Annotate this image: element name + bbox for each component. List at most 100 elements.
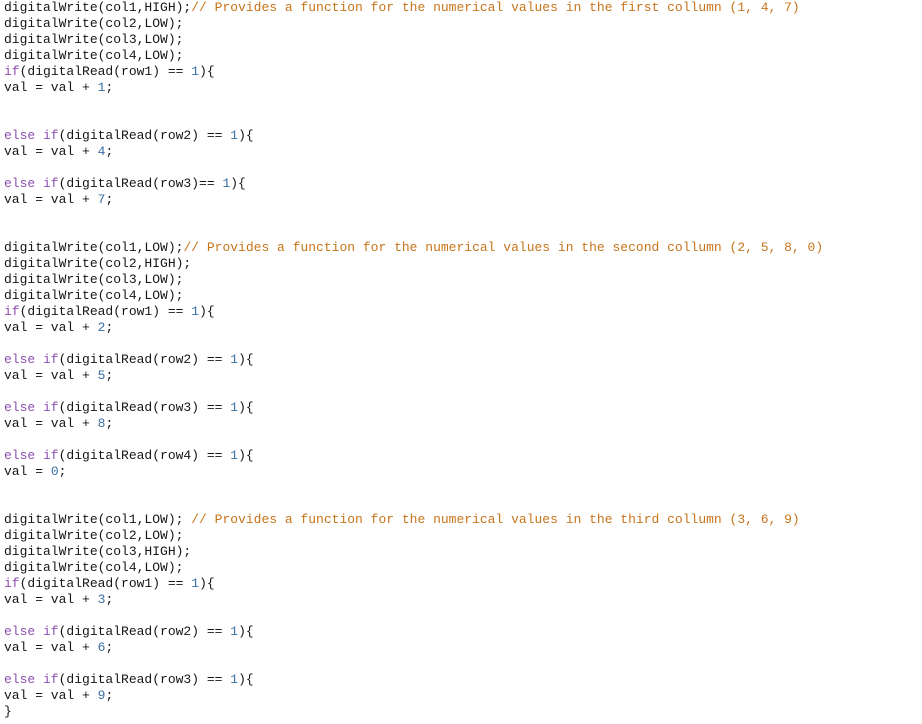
- code-token-plain: (digitalRead(row2) ==: [58, 128, 231, 143]
- code-token-number: 1: [230, 672, 239, 687]
- code-token-plain: (digitalRead(row2) ==: [58, 624, 231, 639]
- code-token-plain: ;: [105, 688, 114, 703]
- code-line: else if(digitalRead(row2) == 1){: [4, 128, 922, 144]
- code-token-comment: // Provides a function for the numerical…: [191, 512, 800, 527]
- code-token-plain: (digitalRead(row3) ==: [58, 672, 231, 687]
- code-token-number: 1: [191, 64, 200, 79]
- code-token-plain: val = val +: [4, 80, 98, 95]
- code-token-plain: val = val +: [4, 640, 98, 655]
- code-token-keyword: else if: [4, 176, 59, 191]
- code-token-keyword: else if: [4, 624, 59, 639]
- code-token-keyword: else if: [4, 352, 59, 367]
- code-line: val = 0;: [4, 464, 922, 480]
- code-token-plain: (digitalRead(row1) ==: [19, 304, 192, 319]
- code-token-plain: digitalWrite(col4,LOW);: [4, 48, 184, 63]
- code-token-number: 1: [230, 624, 239, 639]
- code-line: if(digitalRead(row1) == 1){: [4, 304, 922, 320]
- code-token-plain: ){: [238, 624, 254, 639]
- code-token-plain: digitalWrite(col2,LOW);: [4, 16, 184, 31]
- code-token-plain: ){: [199, 64, 215, 79]
- code-line: digitalWrite(col1,LOW);// Provides a fun…: [4, 240, 922, 256]
- code-line: val = val + 1;: [4, 80, 922, 96]
- code-token-plain: ;: [105, 592, 114, 607]
- code-token-plain: ){: [199, 304, 215, 319]
- code-token-keyword: else if: [4, 128, 59, 143]
- code-token-plain: (digitalRead(row4) ==: [58, 448, 231, 463]
- code-token-number: 0: [50, 464, 59, 479]
- code-token-keyword: else if: [4, 672, 59, 687]
- code-token-plain: (digitalRead(row2) ==: [58, 352, 231, 367]
- code-token-plain: (digitalRead(row1) ==: [19, 576, 192, 591]
- code-token-plain: ){: [238, 672, 254, 687]
- code-token-plain: digitalWrite(col4,LOW);: [4, 288, 184, 303]
- code-token-plain: ){: [230, 176, 246, 191]
- code-token-number: 1: [230, 352, 239, 367]
- code-token-plain: ;: [58, 464, 67, 479]
- code-token-plain: digitalWrite(col1,HIGH);: [4, 0, 192, 15]
- code-line: val = val + 7;: [4, 192, 922, 208]
- code-token-plain: digitalWrite(col3,LOW);: [4, 272, 184, 287]
- code-token-plain: (digitalRead(row3) ==: [58, 400, 231, 415]
- code-token-plain: val = val +: [4, 144, 98, 159]
- code-line: val = val + 6;: [4, 640, 922, 656]
- code-token-plain: digitalWrite(col1,LOW);: [4, 240, 184, 255]
- code-token-plain: ;: [105, 368, 114, 383]
- code-token-plain: ;: [105, 640, 114, 655]
- code-token-number: 1: [191, 304, 200, 319]
- code-line: digitalWrite(col2,LOW);: [4, 16, 922, 32]
- code-token-plain: ;: [105, 80, 114, 95]
- code-token-number: 1: [230, 128, 239, 143]
- code-line: else if(digitalRead(row2) == 1){: [4, 624, 922, 640]
- code-token-plain: val = val +: [4, 368, 98, 383]
- code-listing[interactable]: digitalWrite(col1,HIGH);// Provides a fu…: [0, 0, 922, 720]
- code-token-plain: }: [4, 704, 12, 719]
- code-token-plain: digitalWrite(col2,HIGH);: [4, 256, 192, 271]
- code-line: digitalWrite(col3,HIGH);: [4, 544, 922, 560]
- code-token-keyword: if: [4, 64, 20, 79]
- code-token-keyword: else if: [4, 400, 59, 415]
- code-token-plain: val = val +: [4, 192, 98, 207]
- code-token-number: 1: [230, 448, 239, 463]
- code-token-plain: val = val +: [4, 688, 98, 703]
- code-line: else if(digitalRead(row4) == 1){: [4, 448, 922, 464]
- code-token-plain: (digitalRead(row1) ==: [19, 64, 192, 79]
- code-token-plain: ){: [238, 352, 254, 367]
- code-token-plain: digitalWrite(col1,LOW);: [4, 512, 192, 527]
- code-line: val = val + 3;: [4, 592, 922, 608]
- code-token-plain: digitalWrite(col4,LOW);: [4, 560, 184, 575]
- code-line: val = val + 2;: [4, 320, 922, 336]
- code-token-plain: ){: [238, 448, 254, 463]
- code-token-plain: val = val +: [4, 320, 98, 335]
- code-line: digitalWrite(col2,HIGH);: [4, 256, 922, 272]
- code-token-plain: ;: [105, 144, 114, 159]
- code-line: digitalWrite(col3,LOW);: [4, 32, 922, 48]
- code-token-plain: ){: [238, 400, 254, 415]
- code-line: else if(digitalRead(row3) == 1){: [4, 400, 922, 416]
- code-line: digitalWrite(col3,LOW);: [4, 272, 922, 288]
- code-line: }: [4, 704, 922, 720]
- code-line: val = val + 5;: [4, 368, 922, 384]
- code-token-plain: val = val +: [4, 592, 98, 607]
- code-token-plain: (digitalRead(row3)==: [58, 176, 223, 191]
- code-line: digitalWrite(col4,LOW);: [4, 48, 922, 64]
- code-line: digitalWrite(col1,LOW); // Provides a fu…: [4, 512, 922, 528]
- code-token-plain: val =: [4, 464, 51, 479]
- code-line: else if(digitalRead(row2) == 1){: [4, 352, 922, 368]
- code-line: digitalWrite(col2,LOW);: [4, 528, 922, 544]
- code-token-plain: ){: [238, 128, 254, 143]
- code-token-comment: // Provides a function for the numerical…: [191, 0, 800, 15]
- code-line: else if(digitalRead(row3) == 1){: [4, 672, 922, 688]
- code-line: val = val + 9;: [4, 688, 922, 704]
- code-token-plain: val = val +: [4, 416, 98, 431]
- code-line: if(digitalRead(row1) == 1){: [4, 576, 922, 592]
